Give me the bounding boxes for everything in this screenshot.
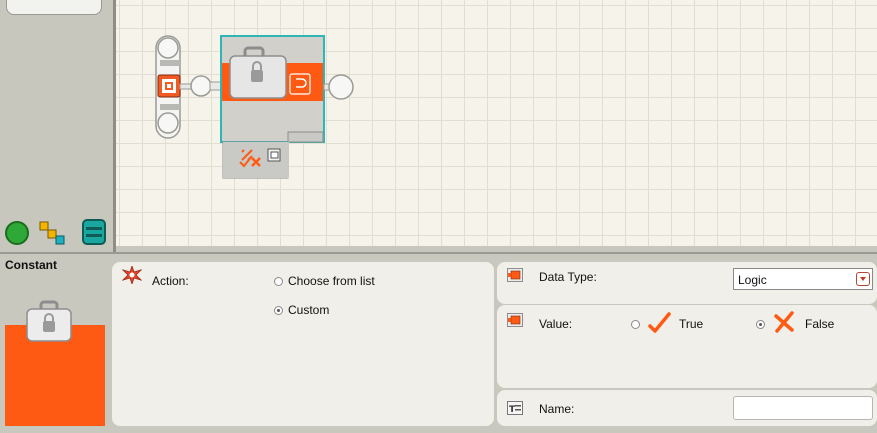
- start-icon[interactable]: [157, 74, 181, 98]
- plug-icon: [507, 313, 523, 327]
- plug-icon: [507, 268, 523, 282]
- data-type-label: Data Type:: [539, 270, 597, 284]
- checkmark-icon: [648, 312, 671, 333]
- choose-from-list-radio[interactable]: [274, 277, 283, 286]
- action-pane: Action: Choose from list Custom: [112, 262, 494, 426]
- input-plug[interactable]: [190, 75, 212, 97]
- suitcase-icon: [229, 46, 287, 99]
- value-pane: Value: True False: [497, 305, 877, 388]
- cross-icon: [774, 311, 794, 333]
- value-label: Value:: [539, 317, 573, 331]
- output-plug[interactable]: [328, 74, 354, 100]
- data-type-value: Logic: [738, 273, 767, 287]
- true-radio[interactable]: [631, 320, 640, 329]
- true-label[interactable]: True: [679, 317, 703, 331]
- starburst-icon: [122, 266, 142, 284]
- false-radio[interactable]: [756, 320, 765, 329]
- constant-block[interactable]: [220, 35, 325, 179]
- constant-block-diagram: [155, 35, 354, 179]
- custom-label[interactable]: Custom: [288, 303, 329, 317]
- block-preview: [5, 290, 105, 426]
- name-label: Name:: [539, 402, 575, 416]
- data-plug-icon[interactable]: [289, 73, 311, 95]
- svg-text:T: T: [509, 405, 516, 415]
- chevron-down-icon[interactable]: [856, 272, 870, 286]
- choose-from-list-label[interactable]: Choose from list: [288, 274, 375, 288]
- false-label[interactable]: False: [805, 317, 834, 331]
- block-title: Constant: [5, 258, 57, 272]
- action-label: Action:: [152, 274, 189, 288]
- data-type-select[interactable]: Logic: [733, 268, 873, 290]
- name-input[interactable]: [733, 396, 873, 420]
- custom-radio[interactable]: [274, 306, 283, 315]
- name-tag-icon: T: [507, 401, 523, 415]
